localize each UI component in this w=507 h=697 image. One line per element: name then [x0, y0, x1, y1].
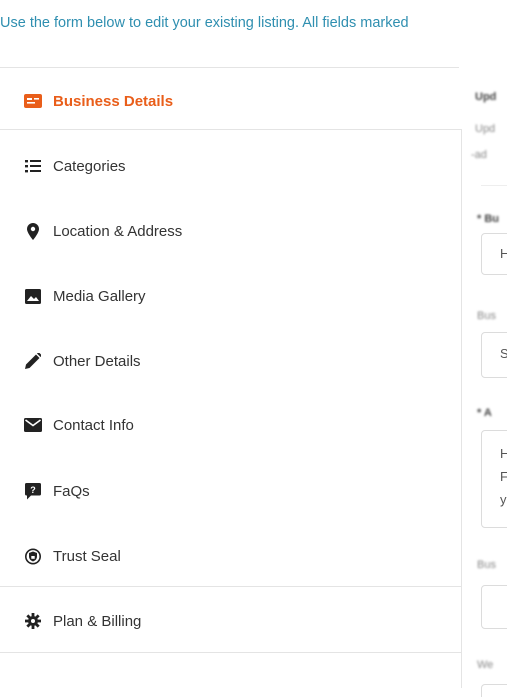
- nav-divider: [0, 129, 461, 130]
- nav-item-media-gallery[interactable]: Media Gallery: [0, 283, 461, 309]
- field-label-blurred: Bus: [477, 310, 496, 322]
- nav-item-trust-seal[interactable]: Trust Seal: [0, 543, 461, 569]
- field-value: H: [500, 246, 507, 261]
- pencil-icon: [23, 351, 43, 371]
- field-value: S: [500, 346, 507, 361]
- nav-item-faqs[interactable]: ? FaQs: [0, 478, 461, 504]
- nav-item-plan-billing[interactable]: Plan & Billing: [0, 608, 461, 634]
- svg-text:?: ?: [30, 485, 36, 495]
- textarea-line: H: [500, 446, 507, 461]
- nav-item-categories[interactable]: Categories: [0, 153, 461, 179]
- nav-item-label: Other Details: [53, 352, 141, 370]
- nav-item-label: Media Gallery: [53, 287, 146, 305]
- field-label-blurred: We: [477, 659, 494, 671]
- business-name-input[interactable]: H: [481, 233, 507, 275]
- textarea-line: F: [500, 469, 507, 484]
- field-label-blurred: * Bu: [477, 213, 499, 225]
- map-pin-icon: [23, 221, 43, 241]
- list-icon: [23, 156, 43, 176]
- section-heading-blurred: Upd: [475, 91, 497, 103]
- business-input[interactable]: [481, 585, 507, 629]
- nav-divider: [0, 586, 461, 587]
- question-bubble-icon: ?: [23, 481, 43, 501]
- nav-item-label: Location & Address: [53, 222, 183, 240]
- nav-item-label: Categories: [53, 157, 126, 175]
- nav-item-label: FaQs: [53, 482, 90, 500]
- nav-item-label: Business Details: [53, 92, 174, 110]
- field-label-blurred: * A: [477, 407, 492, 419]
- gear-icon: [23, 611, 43, 631]
- shield-lock-icon: [23, 546, 43, 566]
- nav-item-location-address[interactable]: Location & Address: [0, 218, 461, 244]
- section-desc-blurred: Upd: [475, 123, 496, 135]
- nav-item-label: Trust Seal: [53, 547, 121, 565]
- nav-item-contact-info[interactable]: Contact Info: [0, 412, 461, 438]
- about-textarea[interactable]: H F y: [481, 430, 507, 528]
- nav-item-business-details[interactable]: Business Details: [0, 88, 461, 114]
- nav-divider: [0, 652, 461, 653]
- page-intro-text: Use the form below to edit your existing…: [0, 15, 409, 31]
- field-label-blurred: Bus: [477, 559, 496, 571]
- website-input[interactable]: [481, 684, 507, 697]
- textarea-line: y: [500, 492, 507, 507]
- nav-item-label: Plan & Billing: [53, 612, 142, 630]
- nav-item-other-details[interactable]: Other Details: [0, 348, 461, 374]
- divider: [481, 185, 507, 186]
- business-card-icon: [23, 91, 43, 111]
- image-icon: [23, 286, 43, 306]
- business-type-input[interactable]: S: [481, 332, 507, 378]
- section-desc-blurred: -ad: [471, 149, 487, 161]
- envelope-icon: [23, 415, 43, 435]
- nav-item-label: Contact Info: [53, 416, 134, 434]
- form-column: Upd Upd -ad * Bu H Bus S * A H F y Bus W…: [463, 67, 507, 697]
